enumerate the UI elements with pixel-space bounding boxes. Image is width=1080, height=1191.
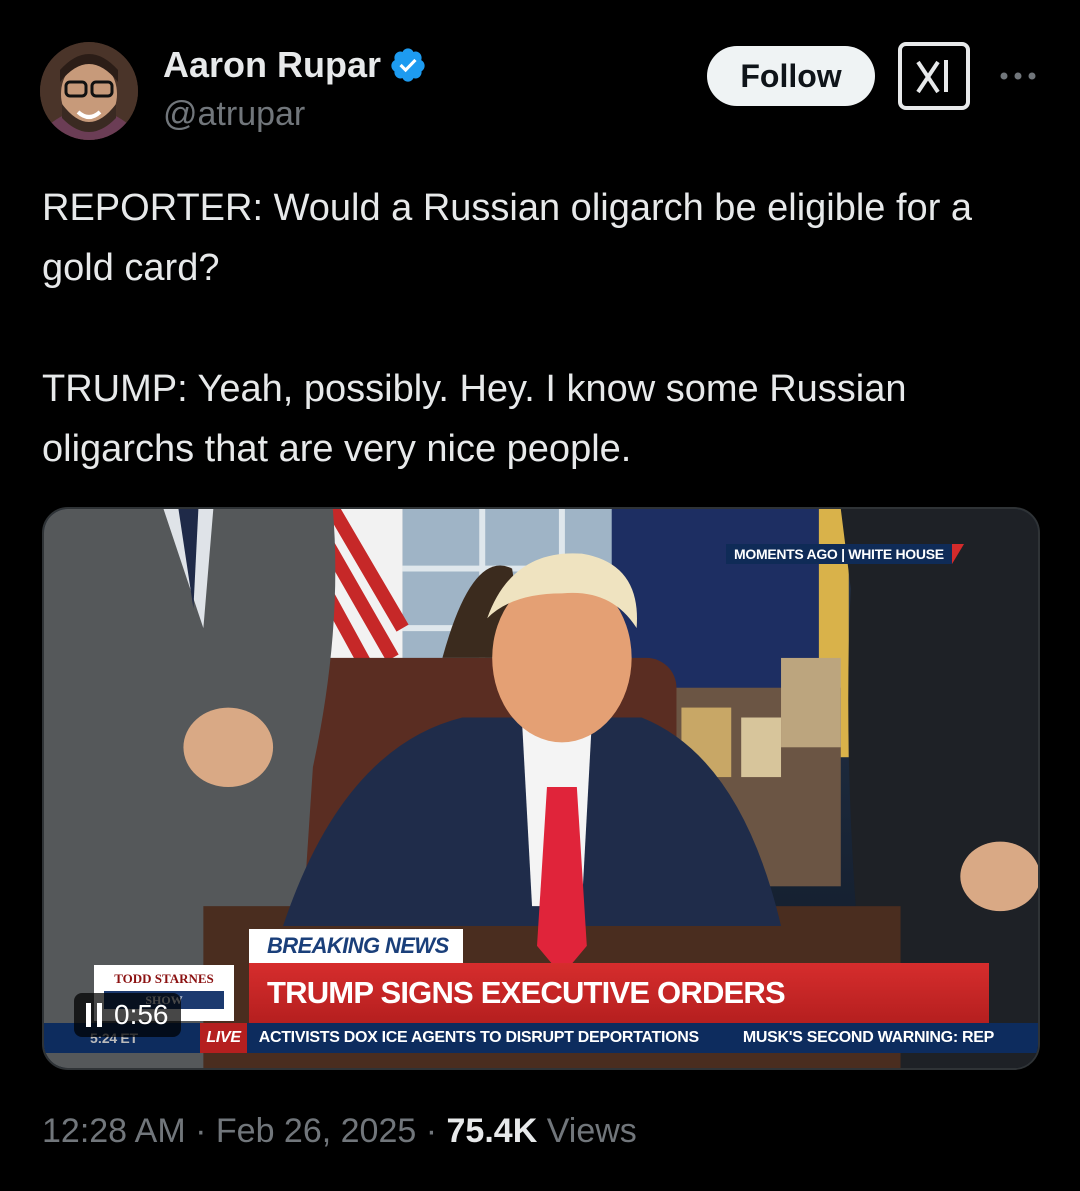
ticker-live: LIVE: [200, 1023, 247, 1053]
news-ticker: 5:24 ET LIVE ACTIVISTS DOX ICE AGENTS TO…: [44, 1023, 1038, 1053]
grok-icon[interactable]: [898, 42, 970, 110]
tweet-meta: 12:28 AM · Feb 26, 2025 · 75.4K Views: [42, 1112, 637, 1151]
tweet-text: REPORTER: Would a Russian oligarch be el…: [42, 178, 1042, 479]
playback-pill[interactable]: 0:56: [74, 993, 181, 1037]
tweet-paragraph: TRUMP: Yeah, possibly. Hey. I know some …: [42, 368, 907, 470]
ticker-item: MUSK'S SECOND WARNING: REP: [742, 1029, 994, 1046]
show-logo-top: TODD STARNES: [114, 971, 214, 986]
video-duration: 0:56: [114, 999, 169, 1030]
views-label: Views: [546, 1112, 637, 1150]
tweet-paragraph: REPORTER: Would a Russian oligarch be el…: [42, 187, 973, 289]
author-handle[interactable]: @atrupar: [163, 95, 305, 134]
tweet-date[interactable]: Feb 26, 2025: [216, 1112, 416, 1150]
views-count[interactable]: 75.4K: [447, 1112, 538, 1150]
meta-separator: ·: [195, 1112, 207, 1150]
pause-icon[interactable]: [86, 1003, 104, 1027]
follow-button[interactable]: Follow: [707, 46, 875, 106]
ticker-item: ACTIVISTS DOX ICE AGENTS TO DISRUPT DEPO…: [258, 1029, 699, 1046]
news-tag: MOMENTS AGO | WHITE HOUSE: [726, 544, 964, 564]
news-headline: TRUMP SIGNS EXECUTIVE ORDERS: [249, 963, 989, 1023]
breaking-news-label: BREAKING NEWS: [249, 929, 463, 963]
avatar[interactable]: [40, 42, 138, 140]
verified-badge-icon: [391, 48, 425, 82]
author-name[interactable]: Aaron Rupar: [163, 44, 381, 86]
author-name-row[interactable]: Aaron Rupar: [163, 44, 427, 86]
tweet-time[interactable]: 12:28 AM: [42, 1112, 186, 1150]
meta-separator: ·: [425, 1112, 438, 1150]
video-player[interactable]: MOMENTS AGO | WHITE HOUSE BREAKING NEWS …: [42, 507, 1040, 1070]
more-icon[interactable]: [996, 56, 1040, 96]
